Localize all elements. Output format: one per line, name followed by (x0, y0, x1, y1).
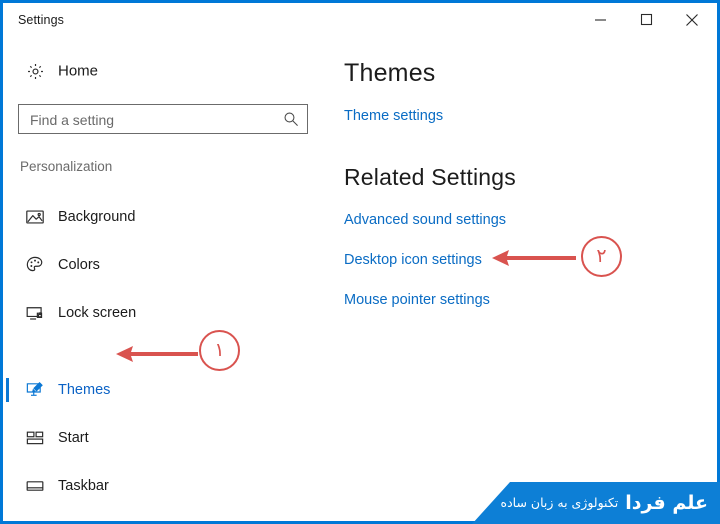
related-settings-heading: Related Settings (344, 164, 516, 190)
close-icon (685, 13, 699, 27)
annotation-marker-2-number: ۲ (596, 245, 607, 267)
sidebar-item-themes[interactable]: Themes (6, 370, 328, 410)
search-icon (283, 111, 299, 127)
sidebar-item-background[interactable]: Background (6, 197, 328, 237)
sidebar-item-lock-screen-label: Lock screen (58, 305, 137, 321)
sidebar-item-taskbar[interactable]: Taskbar (6, 466, 328, 506)
content-pane: Themes Theme settings Related Settings A… (328, 39, 714, 518)
sidebar-item-background-label: Background (58, 209, 136, 225)
annotation-arrow-1 (116, 344, 198, 369)
mouse-pointer-settings-link[interactable]: Mouse pointer settings (344, 292, 490, 308)
annotation-arrow-2 (492, 248, 576, 273)
sidebar-item-lock-screen[interactable]: Lock screen (6, 293, 328, 333)
maximize-button[interactable] (623, 3, 669, 36)
minimize-button[interactable] (577, 3, 623, 36)
sidebar: Home Personalization Background (6, 39, 328, 518)
advanced-sound-settings-link[interactable]: Advanced sound settings (344, 212, 506, 228)
sidebar-item-home[interactable]: Home (6, 51, 328, 91)
search-box[interactable] (18, 104, 308, 135)
desktop-icon-settings-link[interactable]: Desktop icon settings (344, 252, 482, 268)
page-title: Themes (344, 59, 436, 87)
settings-window: Settings Home Find a setting Personaliza… (0, 0, 720, 524)
watermark-content: علم فردا تکنولوژی به زبان ساده (501, 482, 708, 524)
picture-icon (24, 206, 46, 228)
taskbar-icon (24, 475, 46, 497)
sidebar-item-start[interactable]: Start (6, 418, 328, 458)
annotation-marker-1-number: ۱ (214, 339, 225, 361)
themes-brush-icon (24, 379, 46, 401)
lock-screen-icon (24, 302, 46, 324)
start-tiles-icon (24, 427, 46, 449)
annotation-marker-2: ۲ (581, 236, 622, 277)
sidebar-item-home-label: Home (58, 62, 99, 80)
sidebar-item-themes-label: Themes (58, 382, 111, 398)
selection-indicator (6, 378, 9, 402)
title-bar: Settings (3, 3, 717, 39)
close-button[interactable] (669, 3, 715, 36)
watermark-banner: علم فردا تکنولوژی به زبان ساده (472, 482, 720, 524)
sidebar-item-start-label: Start (58, 430, 89, 446)
sidebar-item-colors-label: Colors (58, 257, 100, 273)
maximize-icon (640, 13, 653, 26)
annotation-marker-1: ۱ (199, 330, 240, 371)
sidebar-item-colors[interactable]: Colors (6, 245, 328, 285)
theme-settings-link[interactable]: Theme settings (344, 108, 443, 124)
watermark-tagline: تکنولوژی به زبان ساده (500, 494, 619, 510)
minimize-icon (594, 13, 607, 26)
sidebar-item-taskbar-label: Taskbar (58, 478, 109, 494)
sidebar-group-label: Personalization (20, 159, 113, 174)
palette-icon (24, 254, 46, 276)
window-title: Settings (18, 13, 64, 27)
gear-icon (24, 60, 46, 82)
watermark-brand: علم فردا (625, 491, 708, 514)
search-input[interactable] (30, 105, 270, 135)
